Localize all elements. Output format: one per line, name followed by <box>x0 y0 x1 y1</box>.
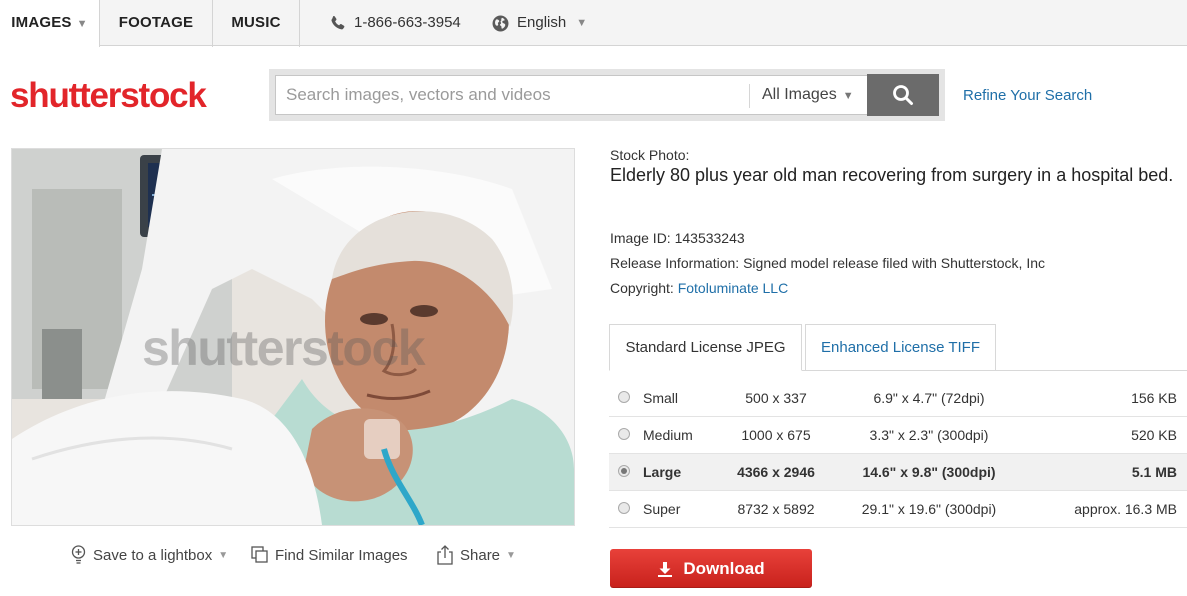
tab-footage[interactable]: FOOTAGE <box>100 0 213 47</box>
top-nav: IMAGES ▼ FOOTAGE MUSIC 1-866-663-3954 Eng… <box>0 0 1187 47</box>
tab-enhanced-license[interactable]: Enhanced License TIFF <box>805 324 996 371</box>
size-name: Medium <box>643 427 693 443</box>
share-label: Share <box>460 546 501 564</box>
search-scope-dropdown[interactable]: All Images ▼ <box>762 76 854 114</box>
size-pixels: 500 x 337 <box>745 390 807 406</box>
search-divider <box>749 84 750 108</box>
language-label: English <box>517 14 567 31</box>
search-scope-label: All Images <box>762 86 837 103</box>
chevron-down-icon: ▼ <box>506 549 516 561</box>
language-selector[interactable]: English ▼ <box>492 0 587 46</box>
copyright-label: Copyright: <box>610 280 674 296</box>
radio-button[interactable] <box>618 502 630 514</box>
radio-button[interactable] <box>618 391 630 403</box>
download-label: Download <box>683 558 765 578</box>
radio-button[interactable] <box>618 428 630 440</box>
chevron-down-icon: ▼ <box>218 549 229 561</box>
phone-icon <box>331 15 345 30</box>
stock-photo[interactable]: shutterstock <box>11 148 575 526</box>
release-info-label: Release Information: <box>610 255 740 271</box>
size-inches: 14.6" x 9.8" (300dpi) <box>862 464 996 480</box>
shutterstock-logo[interactable]: shutterstock <box>10 76 207 116</box>
size-filesize: 5.1 MB <box>1131 464 1177 480</box>
tab-footage-label: FOOTAGE <box>118 14 194 31</box>
watermark: shutterstock <box>142 320 426 376</box>
download-icon <box>658 561 673 577</box>
find-similar-label: Find Similar Images <box>275 546 408 564</box>
search-box: All Images ▼ <box>275 75 868 115</box>
size-options: Small 500 x 337 6.9" x 4.7" (72dpi) 156 … <box>609 380 1187 528</box>
size-filesize: 156 KB <box>1131 390 1177 406</box>
lightbulb-plus-icon <box>71 545 86 564</box>
size-pixels: 8732 x 5892 <box>737 501 815 517</box>
chevron-down-icon: ▼ <box>576 17 588 29</box>
size-name: Super <box>643 501 681 517</box>
image-title: Elderly 80 plus year old man recovering … <box>610 165 1174 185</box>
size-name: Large <box>643 464 682 480</box>
refine-search-link[interactable]: Refine Your Search <box>963 87 1092 104</box>
tab-standard-license[interactable]: Standard License JPEG <box>609 324 802 371</box>
tab-images-label: IMAGES <box>11 14 72 31</box>
copyright-link[interactable]: Fotoluminate LLC <box>678 280 789 296</box>
search-button[interactable] <box>867 74 939 116</box>
chevron-down-icon: ▼ <box>842 90 854 102</box>
radio-button-selected[interactable] <box>618 465 630 477</box>
search-input[interactable] <box>276 76 746 114</box>
image-id-value: 143533243 <box>674 230 745 246</box>
size-row-large[interactable]: Large 4366 x 2946 14.6" x 9.8" (300dpi) … <box>609 454 1187 491</box>
tab-music[interactable]: MUSIC <box>213 0 300 47</box>
size-filesize: 520 KB <box>1131 427 1177 443</box>
size-row-small[interactable]: Small 500 x 337 6.9" x 4.7" (72dpi) 156 … <box>609 380 1187 417</box>
share-icon <box>437 545 453 565</box>
globe-icon <box>492 15 509 31</box>
find-similar-button[interactable]: Find Similar Images <box>251 543 408 567</box>
size-filesize: approx. 16.3 MB <box>1074 501 1177 517</box>
size-name: Small <box>643 390 679 406</box>
search-bar: All Images ▼ <box>269 69 945 121</box>
phone-number: 1-866-663-3954 <box>354 14 461 31</box>
release-info-row: Release Information: Signed model releas… <box>610 255 1045 271</box>
save-to-lightbox-label: Save to a lightbox <box>93 546 213 564</box>
image-id-label: Image ID: <box>610 230 671 246</box>
size-pixels: 4366 x 2946 <box>737 464 815 480</box>
save-to-lightbox-button[interactable]: Save to a lightbox ▼ <box>70 543 228 567</box>
image-id-row: Image ID: 143533243 <box>610 230 745 246</box>
search-icon <box>893 85 913 105</box>
phone-link[interactable]: 1-866-663-3954 <box>330 0 461 46</box>
size-inches: 6.9" x 4.7" (72dpi) <box>873 390 985 406</box>
similar-images-icon <box>251 546 268 563</box>
release-info-value: Signed model release filed with Shutters… <box>743 255 1046 271</box>
chevron-down-icon: ▼ <box>76 18 88 30</box>
license-tabs: Standard License JPEG Enhanced License T… <box>609 324 1187 371</box>
tab-music-label: MUSIC <box>231 14 281 31</box>
size-row-medium[interactable]: Medium 1000 x 675 3.3" x 2.3" (300dpi) 5… <box>609 417 1187 454</box>
tab-images[interactable]: IMAGES ▼ <box>0 0 100 47</box>
size-row-super[interactable]: Super 8732 x 5892 29.1" x 19.6" (300dpi)… <box>609 491 1187 528</box>
size-inches: 29.1" x 19.6" (300dpi) <box>861 501 997 517</box>
download-button[interactable]: Download <box>610 549 812 588</box>
share-button[interactable]: Share ▼ <box>436 543 516 567</box>
copyright-row: Copyright: Fotoluminate LLC <box>610 280 788 296</box>
size-pixels: 1000 x 675 <box>741 427 811 443</box>
size-inches: 3.3" x 2.3" (300dpi) <box>869 427 989 443</box>
stock-photo-label: Stock Photo: <box>610 147 690 163</box>
